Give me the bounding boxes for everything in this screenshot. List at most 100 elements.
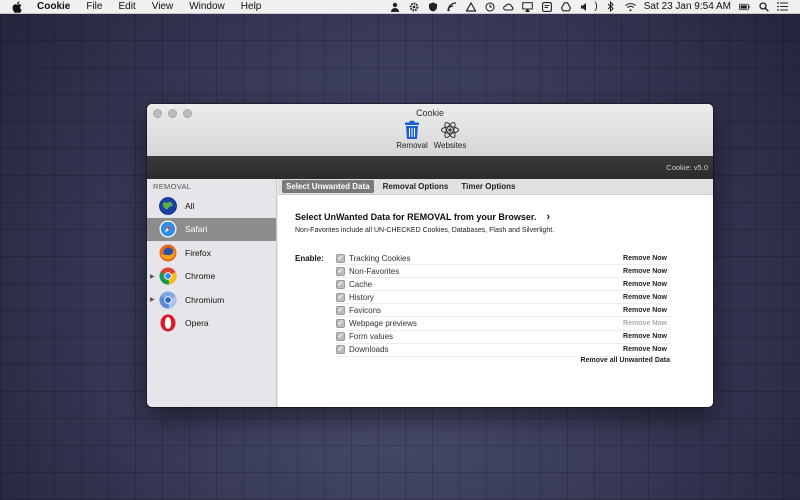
airplay-icon[interactable] xyxy=(522,1,534,12)
sidebar-item-safari[interactable]: Safari xyxy=(147,217,276,241)
option-row-downloads: ✓ Downloads Remove Now xyxy=(336,344,671,357)
sidebar-item-all[interactable]: All xyxy=(147,194,276,218)
menu-bar: Cookie File Edit View Window Help) Sat … xyxy=(0,0,800,14)
apple-icon[interactable] xyxy=(12,0,25,13)
remove-now-button[interactable]: Remove Now xyxy=(623,255,667,262)
toolbar: Removal Websites xyxy=(395,120,467,150)
title-bar: Cookie Removal Websites xyxy=(147,104,713,156)
remove-now-button-disabled: Remove Now xyxy=(623,320,667,328)
option-label: Non-Favorites xyxy=(349,266,400,276)
chromium-icon xyxy=(159,291,177,309)
toolbar-websites-button[interactable]: Websites xyxy=(433,120,467,150)
cloud-icon[interactable] xyxy=(503,1,514,12)
google-drive-icon[interactable] xyxy=(560,1,571,12)
broadcast-icon[interactable] xyxy=(446,1,457,12)
notification-center-icon[interactable] xyxy=(777,1,788,12)
volume-icon[interactable] xyxy=(579,1,590,12)
remove-now-button[interactable]: Remove Now xyxy=(623,294,667,301)
firefox-icon xyxy=(159,244,177,262)
toolbar-websites-label: Websites xyxy=(433,141,467,150)
wifi-icon[interactable] xyxy=(624,1,636,12)
globe-icon xyxy=(159,196,177,215)
safari-icon xyxy=(159,220,177,238)
sidebar-item-label: Chrome xyxy=(185,271,216,282)
opera-icon xyxy=(159,314,177,332)
tab-bar: Select Unwanted Data Removal Options Tim… xyxy=(278,179,713,195)
disclosure-triangle-icon[interactable]: ▶ xyxy=(150,296,155,303)
enable-label: Enable: xyxy=(295,254,324,263)
option-label: Cache xyxy=(349,279,373,289)
menu-app-name[interactable]: Cookie xyxy=(37,0,70,14)
favicons-checkbox[interactable]: ✓ xyxy=(336,305,345,315)
clock-icon[interactable] xyxy=(484,1,495,12)
remove-now-button[interactable]: Remove Now xyxy=(623,346,667,353)
menu-file[interactable]: File xyxy=(86,0,102,14)
shield-icon[interactable] xyxy=(427,1,438,12)
remove-all-button[interactable]: Remove all Unwanted Data xyxy=(581,357,670,364)
cache-checkbox[interactable]: ✓ xyxy=(336,279,345,289)
toolbar-removal-label: Removal xyxy=(396,141,428,150)
option-label: Downloads xyxy=(349,345,389,355)
remove-now-button[interactable]: Remove Now xyxy=(623,307,667,314)
option-row-non-favorites: ✓ Non-Favorites Remove Now xyxy=(336,265,671,279)
options-list: ✓ Tracking Cookies Remove Now ✓ Non-Favo… xyxy=(336,252,671,357)
disclosure-triangle-icon[interactable]: ▶ xyxy=(150,273,155,280)
sidebar-item-label: Firefox xyxy=(185,247,211,258)
option-row-tracking-cookies: ✓ Tracking Cookies Remove Now xyxy=(336,252,671,266)
atom-icon xyxy=(439,120,461,140)
version-label: Cookie: v5.0 xyxy=(147,156,713,179)
menu-edit[interactable]: Edit xyxy=(118,0,135,14)
sidebar-item-chrome[interactable]: ▶ Chrome xyxy=(147,265,276,289)
form-values-checkbox[interactable]: ✓ xyxy=(336,332,345,342)
option-row-webpage-previews: ✓ Webpage previews Remove Now xyxy=(336,317,671,331)
chevron-right-icon[interactable]: › xyxy=(546,211,550,223)
menu-view[interactable]: View xyxy=(152,0,174,14)
option-row-form-values: ✓ Form values Remove Now xyxy=(336,331,671,344)
sidebar-item-opera[interactable]: Opera xyxy=(147,312,276,336)
tracking-cookies-checkbox[interactable]: ✓ xyxy=(336,253,345,263)
option-label: History xyxy=(349,292,374,302)
non-favorites-checkbox[interactable]: ✓ xyxy=(336,266,345,276)
downloads-checkbox[interactable]: ✓ xyxy=(336,345,345,355)
battery-icon[interactable] xyxy=(739,1,750,12)
sidebar-header: REMOVAL xyxy=(153,182,192,191)
gear-icon[interactable] xyxy=(408,1,419,12)
menu-window[interactable]: Window xyxy=(189,0,225,14)
remove-now-button[interactable]: Remove Now xyxy=(623,268,667,275)
option-row-history: ✓ History Remove Now xyxy=(336,291,671,305)
search-icon[interactable] xyxy=(758,1,769,12)
volume-level: ) xyxy=(594,1,598,12)
cookie-window: Cookie Removal Websites Cookie: v5.0 REM… xyxy=(147,104,713,407)
sidebar-item-firefox[interactable]: Firefox xyxy=(147,241,276,265)
trash-icon xyxy=(401,120,423,140)
main-content: Select Unwanted Data Removal Options Tim… xyxy=(278,179,713,407)
history-checkbox[interactable]: ✓ xyxy=(336,292,345,302)
toolbar-removal-button[interactable]: Removal xyxy=(395,120,429,150)
remove-now-button[interactable]: Remove Now xyxy=(623,281,667,288)
option-row-favicons: ✓ Favicons Remove Now xyxy=(336,304,671,318)
remove-now-button[interactable]: Remove Now xyxy=(623,333,667,340)
menu-help[interactable]: Help xyxy=(241,0,262,14)
tab-timer-options[interactable]: Timer Options xyxy=(457,180,519,193)
clock-datetime[interactable]: Sat 23 Jan 9:54 AM xyxy=(644,1,731,12)
user-icon[interactable] xyxy=(389,1,400,12)
option-label: Webpage previews xyxy=(349,319,417,329)
sidebar: REMOVAL All Safari Firefox ▶ Chrome ▶ Ch… xyxy=(147,179,277,407)
window-title: Cookie xyxy=(415,108,444,118)
tab-removal-options[interactable]: Removal Options xyxy=(379,180,453,193)
tab-select-unwanted-data[interactable]: Select Unwanted Data xyxy=(282,180,374,193)
sidebar-item-chromium[interactable]: ▶ Chromium xyxy=(147,288,276,312)
triangle-warning-icon[interactable] xyxy=(465,1,476,12)
status-area: ) Sat 23 Jan 9:54 AM xyxy=(385,0,800,14)
message-icon[interactable] xyxy=(541,1,552,12)
sidebar-item-label: Chromium xyxy=(185,294,225,305)
sidebar-item-label: All xyxy=(185,200,195,211)
webpage-previews-checkbox[interactable]: ✓ xyxy=(336,319,345,329)
option-label: Form values xyxy=(349,332,394,342)
bluetooth-icon[interactable] xyxy=(606,1,617,12)
option-label: Tracking Cookies xyxy=(349,253,411,263)
sidebar-item-label: Opera xyxy=(185,318,209,329)
option-row-cache: ✓ Cache Remove Now xyxy=(336,278,671,292)
section-heading: Select UnWanted Data for REMOVAL from yo… xyxy=(295,211,550,223)
chrome-icon xyxy=(159,267,177,285)
